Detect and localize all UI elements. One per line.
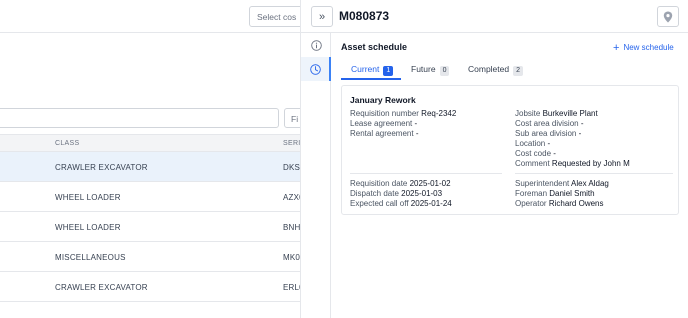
serial-cell: MK0	[283, 253, 301, 262]
new-schedule-button[interactable]: + New schedule	[613, 42, 674, 54]
info-icon	[310, 39, 322, 51]
tab-count-badge: 2	[513, 66, 524, 76]
drawer-header: » M080873	[301, 0, 688, 33]
tab-label: Completed	[468, 64, 510, 74]
field-expected-call-off: Expected call off 2025-01-24	[350, 199, 452, 208]
field-sub-area-division: Sub area division -	[515, 129, 582, 138]
double-chevron-right-icon: »	[318, 10, 326, 23]
class-cell: CRAWLER EXCAVATOR	[55, 163, 148, 172]
divider-left	[350, 173, 502, 174]
tab-completed[interactable]: Completed 2	[468, 59, 524, 80]
tab-future[interactable]: Future 0	[411, 59, 450, 80]
section-title: Asset schedule	[341, 42, 408, 52]
table-row[interactable]: WHEEL LOADER BNH	[0, 212, 300, 242]
table-row[interactable]: WHEEL LOADER AZX0	[0, 182, 304, 212]
serial-cell: BNH	[283, 223, 301, 232]
field-location: Location -	[515, 139, 551, 148]
info-tab-button[interactable]	[301, 33, 331, 57]
column-header-serial[interactable]: SERI	[283, 140, 301, 147]
class-cell: WHEEL LOADER	[55, 223, 121, 232]
field-lease-agreement: Lease agreement -	[350, 119, 418, 128]
column-header-class[interactable]: CLASS	[55, 140, 79, 147]
schedule-card[interactable]: January Rework Requisition number Req-23…	[341, 85, 679, 215]
field-jobsite: Jobsite Burkeville Plant	[515, 109, 598, 118]
tab-label: Current	[351, 64, 380, 74]
table-row[interactable]: CRAWLER EXCAVATOR ERL0	[0, 272, 304, 302]
class-cell: MISCELLANEOUS	[55, 253, 126, 262]
table-row[interactable]: MISCELLANEOUS MK0	[0, 242, 300, 272]
field-requisition-number: Requisition number Req-2342	[350, 109, 457, 118]
asset-drawer: » M080873 Asset schedule + New schedule …	[300, 0, 688, 318]
search-input[interactable]	[0, 108, 279, 128]
field-cost-code: Cost code -	[515, 149, 556, 158]
field-rental-agreement: Rental agreement -	[350, 129, 419, 138]
map-pin-button[interactable]	[657, 6, 679, 27]
class-cell: CRAWLER EXCAVATOR	[55, 283, 148, 292]
clock-icon	[309, 63, 321, 75]
schedule-tab-button[interactable]	[301, 57, 331, 81]
field-cost-area-division: Cost area division -	[515, 119, 584, 128]
collapse-drawer-button[interactable]: »	[311, 6, 333, 27]
map-pin-icon	[663, 11, 673, 22]
field-superintendent: Superintendent Alex Aldag	[515, 179, 609, 188]
table-row[interactable]: CRAWLER EXCAVATOR DKS0	[0, 152, 305, 182]
tab-count-badge: 0	[439, 66, 450, 76]
drawer-side-rail	[301, 33, 331, 318]
field-requisition-date: Requisition date 2025-01-02	[350, 179, 451, 188]
field-foreman: Foreman Daniel Smith	[515, 189, 595, 198]
tab-label: Future	[411, 64, 436, 74]
tab-current[interactable]: Current 1	[341, 59, 401, 80]
class-cell: WHEEL LOADER	[55, 193, 121, 202]
field-operator: Operator Richard Owens	[515, 199, 604, 208]
plus-icon: +	[613, 42, 620, 54]
field-comment: Comment Requested by John M	[515, 159, 630, 168]
tab-count-badge: 1	[383, 66, 394, 76]
new-schedule-label: New schedule	[623, 43, 674, 52]
asset-title: M080873	[339, 9, 390, 23]
field-dispatch-date: Dispatch date 2025-01-03	[350, 189, 443, 198]
schedule-name: January Rework	[350, 95, 416, 105]
divider-right	[515, 173, 673, 174]
table-header: CLASS SERI	[0, 134, 300, 152]
